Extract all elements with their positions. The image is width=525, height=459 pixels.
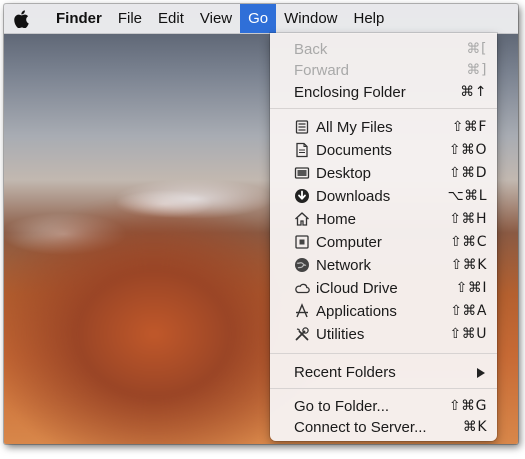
menu-window[interactable]: Window bbox=[276, 4, 345, 33]
menu-file[interactable]: File bbox=[110, 4, 150, 33]
menu-item-label: Forward bbox=[294, 61, 350, 79]
menu-item-enclosing-folder[interactable]: Enclosing Folder ⌘↑ bbox=[270, 81, 497, 103]
menu-item-connect-to-server[interactable]: Connect to Server... ⌘K bbox=[270, 416, 497, 438]
menu-item-shortcut: ⇧⌘U bbox=[449, 326, 487, 342]
go-menu-dropdown: Back ⌘[ Forward ⌘] Enclosing Folder ⌘↑ A… bbox=[270, 33, 497, 441]
menu-item-recent-folders[interactable]: Recent Folders bbox=[270, 361, 497, 383]
menu-item-home[interactable]: Home ⇧⌘H bbox=[270, 208, 497, 230]
menu-item-label: All My Files bbox=[316, 118, 393, 136]
menu-bar: Finder File Edit View Go Window Help bbox=[4, 4, 518, 34]
menu-item-shortcut: ⌘K bbox=[462, 419, 487, 435]
menu-item-utilities[interactable]: Utilities ⇧⌘U bbox=[270, 323, 497, 345]
menu-view[interactable]: View bbox=[192, 4, 240, 33]
menu-item-label: Network bbox=[316, 256, 372, 274]
menu-separator bbox=[270, 353, 497, 354]
menu-item-back[interactable]: Back ⌘[ bbox=[270, 38, 497, 60]
menu-item-desktop[interactable]: Desktop ⇧⌘D bbox=[270, 162, 497, 184]
menu-item-forward[interactable]: Forward ⌘] bbox=[270, 59, 497, 81]
menu-item-label: Recent Folders bbox=[294, 363, 396, 381]
menu-item-label: Home bbox=[316, 210, 357, 228]
icloud-icon bbox=[294, 280, 310, 296]
chevron-right-icon bbox=[477, 368, 485, 378]
menu-item-shortcut: ⇧⌘G bbox=[448, 398, 487, 414]
menu-item-shortcut: ⇧⌘O bbox=[448, 142, 487, 158]
utilities-icon bbox=[294, 326, 310, 342]
menu-item-all-my-files[interactable]: All My Files ⇧⌘F bbox=[270, 116, 497, 138]
menu-help[interactable]: Help bbox=[346, 4, 393, 33]
all-files-icon bbox=[294, 119, 310, 135]
menu-item-go-to-folder[interactable]: Go to Folder... ⇧⌘G bbox=[270, 395, 497, 417]
menu-item-label: Applications bbox=[316, 302, 397, 320]
menu-item-label: Utilities bbox=[316, 325, 365, 343]
menu-item-label: Go to Folder... bbox=[294, 397, 390, 415]
menu-item-label: Connect to Server... bbox=[294, 418, 427, 436]
menu-item-shortcut: ⌘] bbox=[466, 62, 487, 78]
menu-go[interactable]: Go bbox=[240, 4, 277, 33]
menu-item-shortcut: ⇧⌘D bbox=[448, 165, 487, 181]
menu-item-shortcut: ⌥⌘L bbox=[447, 188, 487, 204]
menu-item-downloads[interactable]: Downloads ⌥⌘L bbox=[270, 185, 497, 207]
menu-item-label: iCloud Drive bbox=[316, 279, 398, 297]
menu-item-shortcut: ⇧⌘I bbox=[455, 280, 487, 296]
menu-item-label: Enclosing Folder bbox=[294, 83, 406, 101]
menu-item-label: Desktop bbox=[316, 164, 372, 182]
menu-item-icloud-drive[interactable]: iCloud Drive ⇧⌘I bbox=[270, 277, 497, 299]
menu-item-shortcut: ⇧⌘A bbox=[450, 303, 487, 319]
computer-icon bbox=[294, 234, 310, 250]
menu-separator bbox=[270, 388, 497, 389]
menu-item-shortcut: ⇧⌘F bbox=[451, 119, 487, 135]
downloads-icon bbox=[294, 188, 310, 204]
screen: Finder File Edit View Go Window Help Bac… bbox=[4, 4, 518, 444]
menu-item-label: Computer bbox=[316, 233, 382, 251]
menu-item-shortcut: ⇧⌘K bbox=[450, 257, 487, 273]
menu-item-label: Downloads bbox=[316, 187, 391, 205]
wallpaper-snow bbox=[114, 179, 274, 219]
menu-finder[interactable]: Finder bbox=[48, 4, 110, 33]
menu-item-applications[interactable]: Applications ⇧⌘A bbox=[270, 300, 497, 322]
menu-separator bbox=[270, 108, 497, 109]
network-icon bbox=[294, 257, 310, 273]
home-icon bbox=[294, 211, 310, 227]
menu-item-shortcut: ⇧⌘C bbox=[449, 234, 487, 250]
menu-edit[interactable]: Edit bbox=[150, 4, 192, 33]
menu-item-shortcut: ⇧⌘H bbox=[449, 211, 487, 227]
menu-item-label: Back bbox=[294, 40, 328, 58]
apple-logo-icon[interactable] bbox=[4, 4, 38, 33]
menu-item-shortcut: ⌘[ bbox=[466, 41, 487, 57]
desktop-icon bbox=[294, 165, 310, 181]
documents-icon bbox=[294, 142, 310, 158]
applications-icon bbox=[294, 303, 310, 319]
menu-item-computer[interactable]: Computer ⇧⌘C bbox=[270, 231, 497, 253]
menu-item-label: Documents bbox=[316, 141, 392, 159]
menu-item-documents[interactable]: Documents ⇧⌘O bbox=[270, 139, 497, 161]
menu-item-network[interactable]: Network ⇧⌘K bbox=[270, 254, 497, 276]
menu-item-shortcut: ⌘↑ bbox=[460, 84, 487, 100]
